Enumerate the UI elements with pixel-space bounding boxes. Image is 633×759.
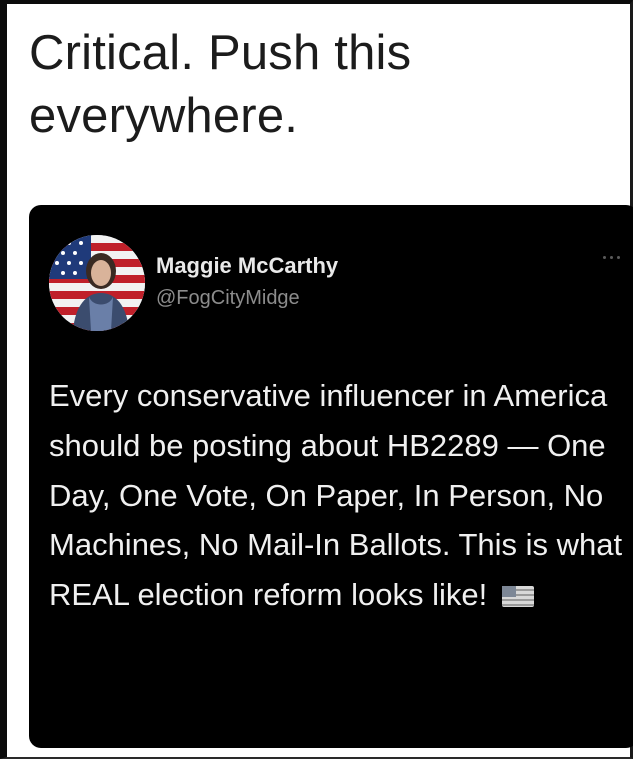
more-options-icon[interactable] [597,252,625,262]
us-flag-icon [501,586,534,608]
tweet-handle[interactable]: @FogCityMidge [156,287,300,310]
post-caption: Critical. Push this everywhere. [29,26,412,143]
embedded-tweet-card[interactable]: Maggie McCarthy @FogCityMidge Every cons… [29,205,633,748]
avatar-image [49,235,145,331]
tweet-body: Every conservative influencer in America… [49,371,629,620]
avatar[interactable] [49,235,145,331]
screenshot-frame: Critical. Push this everywhere. Maggie M… [0,0,633,759]
tweet-display-name[interactable]: Maggie McCarthy [156,253,338,279]
tweet-text: Every conservative influencer in America… [49,378,623,613]
